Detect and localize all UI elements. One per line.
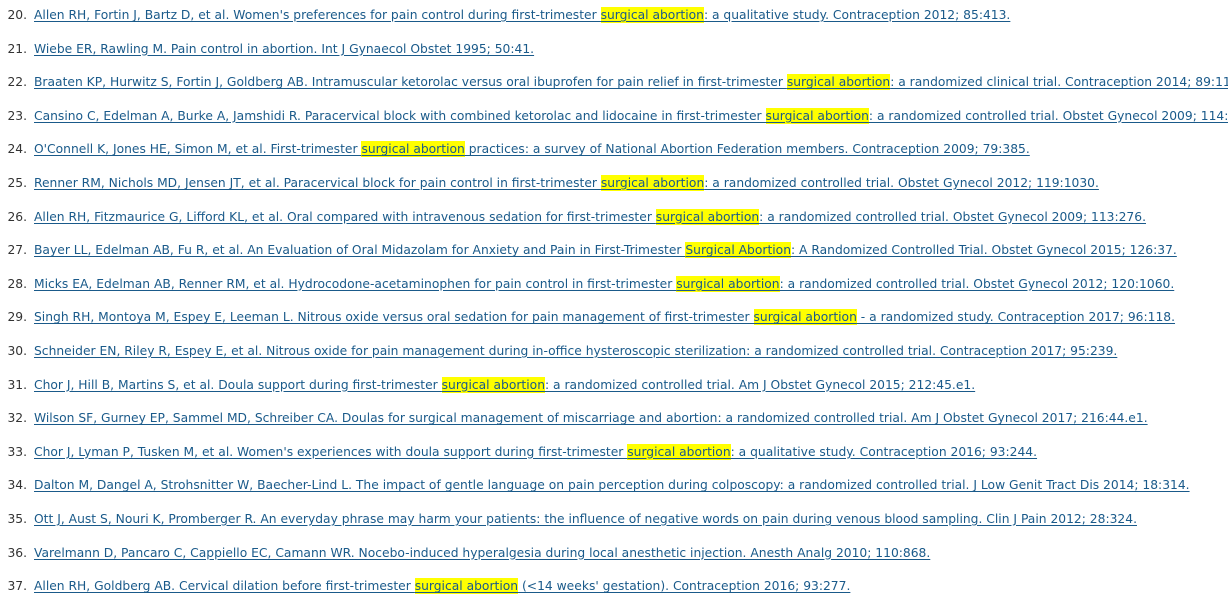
search-term-highlight: surgical abortion (786, 74, 891, 91)
reference-number: 27. (7, 243, 27, 258)
reference-item: 24. O'Connell K, Jones HE, Simon M, et al… (0, 139, 1228, 173)
reference-item: 36. Varelmann D, Pancaro C, Cappiello EC,… (0, 543, 1228, 577)
reference-number: 36. (7, 545, 27, 560)
reference-link[interactable]: Allen RH, Fortin J, Bartz D, et al. Wome… (34, 7, 1010, 23)
reference-item: 20. Allen RH, Fortin J, Bartz D, et al. W… (0, 5, 1228, 39)
reference-link[interactable]: Dalton M, Dangel A, Strohsnitter W, Baec… (34, 478, 1190, 492)
reference-item: 26. Allen RH, Fitzmaurice G, Lifford KL, … (0, 207, 1228, 241)
reference-text: Dalton M, Dangel A, Strohsnitter W, Baec… (34, 478, 1190, 493)
reference-text: (<14 weeks' gestation). Contraception 20… (518, 579, 851, 594)
reference-text: : a randomized controlled trial. Obstet … (779, 276, 1175, 291)
reference-text: : a randomized clinical trial. Contracep… (890, 75, 1228, 90)
reference-item: 25. Renner RM, Nichols MD, Jensen JT, et … (0, 173, 1228, 207)
reference-text: : a randomized controlled trial. Obstet … (704, 175, 1099, 190)
reference-number: 20. (7, 8, 27, 22)
reference-link[interactable]: Braaten KP, Hurwitz S, Fortin J, Goldber… (34, 74, 1228, 91)
reference-link[interactable]: Allen RH, Fitzmaurice G, Lifford KL, et … (34, 208, 1146, 225)
reference-text: Varelmann D, Pancaro C, Cappiello EC, Ca… (34, 545, 931, 560)
reference-item: 27. Bayer LL, Edelman AB, Fu R, et al. An… (0, 240, 1228, 274)
reference-number: 31. (7, 377, 27, 392)
reference-number: 22. (7, 75, 27, 90)
reference-text: Allen RH, Fortin J, Bartz D, et al. Wome… (34, 8, 601, 22)
reference-number: 32. (7, 411, 27, 426)
reference-link[interactable]: Wiebe ER, Rawling M. Pain control in abo… (34, 42, 534, 56)
reference-link[interactable]: Bayer LL, Edelman AB, Fu R, et al. An Ev… (34, 242, 1177, 259)
reference-link[interactable]: Cansino C, Edelman A, Burke A, Jamshidi … (34, 107, 1228, 124)
reference-text: Allen RH, Goldberg AB. Cervical dilation… (34, 579, 415, 594)
reference-item: 21. Wiebe ER, Rawling M. Pain control in … (0, 39, 1228, 73)
reference-number: 28. (7, 276, 27, 291)
reference-number: 37. (7, 579, 27, 594)
reference-text: : a randomized controlled trial. Obstet … (759, 209, 1146, 224)
reference-text: Braaten KP, Hurwitz S, Fortin J, Goldber… (34, 75, 787, 90)
reference-text: Singh RH, Montoya M, Espey E, Leeman L. … (34, 310, 754, 325)
reference-text: : a qualitative study. Contraception 201… (703, 8, 1011, 22)
reference-item: 34. Dalton M, Dangel A, Strohsnitter W, B… (0, 475, 1228, 509)
reference-text: : a randomized controlled trial. Am J Ob… (544, 377, 976, 392)
reference-link[interactable]: Wilson SF, Gurney EP, Sammel MD, Schreib… (34, 411, 1148, 425)
search-term-highlight: surgical abortion (627, 443, 731, 460)
reference-number: 25. (7, 175, 27, 190)
reference-link[interactable]: Varelmann D, Pancaro C, Cappiello EC, Ca… (34, 546, 930, 560)
reference-link[interactable]: O'Connell K, Jones HE, Simon M, et al. F… (34, 141, 1030, 158)
search-term-highlight: surgical abortion (441, 376, 545, 393)
reference-link[interactable]: Chor J, Hill B, Martins S, et al. Doula … (34, 376, 976, 393)
reference-text: : a qualitative study. Contraception 201… (730, 444, 1038, 459)
reference-link[interactable]: Schneider EN, Riley R, Espey E, et al. N… (34, 344, 1117, 358)
reference-item: 33. Chor J, Lyman P, Tusken M, et al. Wom… (0, 442, 1228, 476)
reference-text: : A Randomized Controlled Trial. Obstet … (791, 243, 1177, 258)
reference-link[interactable]: Renner RM, Nichols MD, Jensen JT, et al.… (34, 174, 1099, 191)
reference-number: 24. (7, 142, 27, 157)
reference-number: 33. (7, 444, 27, 459)
reference-item: 35. Ott J, Aust S, Nouri K, Promberger R.… (0, 509, 1228, 543)
reference-item: 28. Micks EA, Edelman AB, Renner RM, et a… (0, 274, 1228, 308)
reference-list: 20. Allen RH, Fortin J, Bartz D, et al. W… (0, 5, 1228, 610)
reference-text: : a randomized controlled trial. Obstet … (868, 108, 1228, 123)
reference-number: 23. (7, 108, 27, 123)
search-term-highlight: surgical abortion (600, 7, 704, 23)
reference-number: 30. (7, 343, 27, 358)
reference-number: 34. (7, 478, 27, 493)
reference-link[interactable]: Micks EA, Edelman AB, Renner RM, et al. … (34, 275, 1175, 292)
reference-item: 29. Singh RH, Montoya M, Espey E, Leeman … (0, 307, 1228, 341)
reference-link[interactable]: Allen RH, Goldberg AB. Cervical dilation… (34, 578, 851, 595)
search-term-highlight: surgical abortion (600, 174, 705, 191)
search-term-highlight: surgical abortion (676, 275, 780, 292)
reference-text: Renner RM, Nichols MD, Jensen JT, et al.… (34, 175, 601, 190)
reference-text: Wilson SF, Gurney EP, Sammel MD, Schreib… (34, 411, 1148, 426)
reference-text: Allen RH, Fitzmaurice G, Lifford KL, et … (34, 209, 656, 224)
reference-text: Micks EA, Edelman AB, Renner RM, et al. … (34, 276, 677, 291)
reference-text: Chor J, Hill B, Martins S, et al. Doula … (34, 377, 442, 392)
reference-text: Chor J, Lyman P, Tusken M, et al. Women'… (34, 444, 628, 459)
reference-item: 31. Chor J, Hill B, Martins S, et al. Dou… (0, 375, 1228, 409)
search-term-highlight: surgical abortion (765, 107, 869, 124)
reference-text: O'Connell K, Jones HE, Simon M, et al. F… (34, 142, 362, 157)
reference-number: 21. (7, 41, 27, 56)
reference-item: 22. Braaten KP, Hurwitz S, Fortin J, Gold… (0, 72, 1228, 106)
search-term-highlight: surgical abortion (414, 578, 519, 595)
reference-link[interactable]: Ott J, Aust S, Nouri K, Promberger R. An… (34, 512, 1137, 526)
search-term-highlight: Surgical Abortion (685, 242, 791, 259)
reference-link[interactable]: Chor J, Lyman P, Tusken M, et al. Women'… (34, 443, 1038, 460)
reference-number: 26. (7, 209, 27, 224)
reference-item: 23. Cansino C, Edelman A, Burke A, Jamshi… (0, 106, 1228, 140)
reference-number: 29. (7, 310, 27, 325)
reference-item: 30. Schneider EN, Riley R, Espey E, et al… (0, 341, 1228, 375)
reference-text: Ott J, Aust S, Nouri K, Promberger R. An… (34, 511, 1137, 526)
reference-text: Bayer LL, Edelman AB, Fu R, et al. An Ev… (34, 243, 686, 258)
reference-text: Cansino C, Edelman A, Burke A, Jamshidi … (34, 108, 766, 123)
reference-item: 32. Wilson SF, Gurney EP, Sammel MD, Schr… (0, 408, 1228, 442)
reference-text: Wiebe ER, Rawling M. Pain control in abo… (34, 41, 535, 56)
reference-text: Schneider EN, Riley R, Espey E, et al. N… (34, 343, 1118, 358)
reference-link[interactable]: Singh RH, Montoya M, Espey E, Leeman L. … (34, 309, 1176, 326)
reference-text: - a randomized study. Contraception 2017… (856, 310, 1176, 325)
search-term-highlight: surgical abortion (753, 309, 857, 326)
reference-number: 35. (7, 511, 27, 526)
search-term-highlight: surgical abortion (655, 208, 760, 225)
reference-text: practices: a survey of National Abortion… (464, 142, 1030, 157)
search-term-highlight: surgical abortion (361, 141, 465, 158)
